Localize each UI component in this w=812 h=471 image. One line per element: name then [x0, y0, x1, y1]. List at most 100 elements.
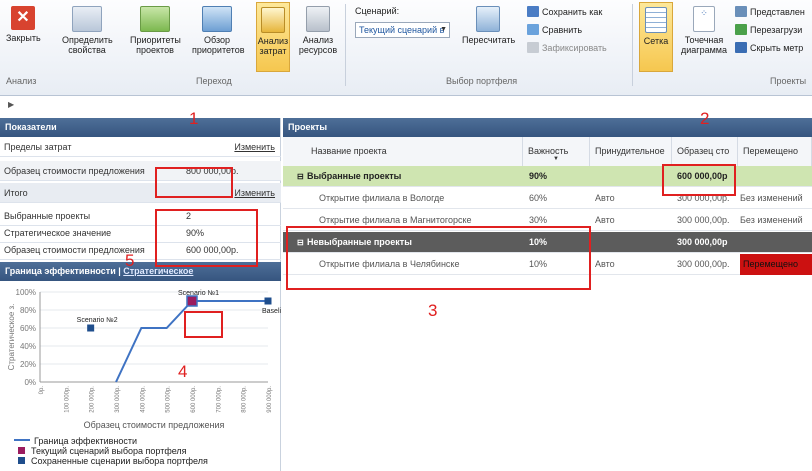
save-icon	[527, 6, 539, 17]
x-tick-label: 0р.	[39, 386, 45, 395]
properties-icon	[72, 6, 102, 32]
project-priorities-button[interactable]: Приоритеты проектов	[130, 6, 181, 55]
column-header-cost[interactable]: Образец сто	[672, 137, 738, 166]
recalculate-icon	[476, 6, 500, 32]
callout-box-4	[184, 311, 223, 338]
compare-button[interactable]: Сравнить	[527, 24, 582, 35]
current-swatch	[18, 447, 25, 454]
point-label: Scenario №1	[178, 290, 219, 297]
y-tick-label: 100%	[16, 288, 36, 297]
scenario-label: Сценарий:	[355, 6, 400, 16]
callout-number-2: 2	[700, 109, 710, 128]
cell-cost: 300 000,00р	[677, 237, 728, 247]
x-tick-label: 300 000р.	[115, 386, 121, 413]
views-icon	[735, 6, 747, 17]
views-button[interactable]: Представлен	[735, 6, 805, 17]
scatter-chart-button[interactable]: ⁘ Точечная диаграмма	[680, 6, 728, 55]
x-axis-label: Образец стоимости предложения	[84, 420, 225, 430]
x-tick-label: 900 000р.	[267, 386, 273, 413]
change-link[interactable]: Изменить	[234, 183, 275, 203]
priorities-review-button[interactable]: Обзор приоритетов	[192, 6, 244, 55]
cell-name: Выбранные проекты	[307, 171, 402, 181]
callout-box-1	[155, 167, 233, 198]
sort-icon: ▼	[553, 156, 559, 162]
x-tick-label: 800 000р.	[242, 386, 248, 413]
metrics-header: Показатели	[0, 118, 280, 137]
cell-imp: 60%	[529, 193, 548, 203]
group-label-nav: Переход	[196, 76, 232, 86]
column-header-forced[interactable]: Принудительное	[590, 137, 672, 166]
close-button[interactable]: ✕ Закрыть	[6, 6, 41, 43]
lock-icon	[527, 42, 539, 53]
review-icon	[202, 6, 232, 32]
legend-item: Сохраненные сценарии выбора портфеля	[14, 456, 208, 466]
group-label-projects: Проекты	[770, 76, 807, 86]
ribbon-separator	[632, 4, 633, 86]
cost-analysis-icon	[261, 7, 285, 33]
cell-forced: Авто	[595, 193, 615, 203]
efficiency-frontier-chart: 0% 20% 40% 60% 80% 100% 0р. 100 000р. 200 000р. 3…	[7, 288, 281, 430]
change-link[interactable]: Изменить	[234, 137, 275, 157]
ribbon: ✕ Закрыть Определить свойства Приоритеты…	[0, 0, 812, 96]
x-tick-label: 700 000р.	[216, 386, 222, 413]
callout-box-5	[155, 209, 258, 267]
scatter-icon: ⁘	[693, 6, 715, 32]
point-label: Baseline	[262, 308, 281, 315]
y-tick-label: 0%	[24, 378, 36, 387]
resource-analysis-icon	[306, 6, 330, 32]
lock-button[interactable]: Зафиксировать	[527, 42, 607, 53]
y-tick-label: 40%	[20, 342, 36, 351]
column-header-moved[interactable]: Перемещено	[738, 137, 812, 166]
x-tick-label: 400 000р.	[140, 386, 146, 413]
x-tick-label: 200 000р.	[90, 386, 96, 413]
x-tick-label: 600 000р.	[191, 386, 197, 413]
y-axis-label: Стратегическое з.	[7, 304, 16, 371]
cell-moved: Без изменений	[740, 215, 803, 225]
reload-button[interactable]: Перезагрузи	[735, 24, 802, 35]
y-tick-label: 20%	[20, 360, 36, 369]
resource-analysis-button[interactable]: Анализ ресурсов	[298, 6, 338, 55]
define-properties-button[interactable]: Определить свойства	[62, 6, 113, 55]
compare-icon	[527, 24, 539, 35]
expand-arrow-icon[interactable]: ▶	[8, 100, 14, 109]
callout-number-1: 1	[189, 109, 199, 128]
cost-analysis-button[interactable]: Анализ затрат	[256, 2, 290, 72]
cell-imp: 90%	[529, 171, 548, 181]
column-header-importance[interactable]: Важность ▼	[523, 137, 590, 166]
grid-icon	[645, 7, 667, 33]
y-tick-label: 80%	[20, 306, 36, 315]
x-tick-label: 500 000р.	[166, 386, 172, 413]
callout-number-5: 5	[125, 251, 135, 270]
cell-cost: 300 000,00р.	[677, 259, 730, 269]
cell-forced: Авто	[595, 215, 615, 225]
y-tick-label: 60%	[20, 324, 36, 333]
legend-item: Текущий сценарий выбора портфеля	[14, 446, 187, 456]
callout-number-3: 3	[428, 301, 438, 320]
reload-icon	[735, 24, 747, 35]
saved-swatch	[18, 457, 25, 464]
close-icon: ✕	[11, 6, 35, 30]
save-as-button[interactable]: Сохранить как	[527, 6, 602, 17]
cell-forced: Авто	[595, 259, 615, 269]
grid-view-button[interactable]: Сетка	[639, 2, 673, 72]
current-scenario-point	[186, 295, 198, 307]
group-label-analysis: Анализ	[6, 76, 37, 86]
line-swatch	[14, 439, 30, 441]
cost-limits-row: Пределы затрат Изменить	[0, 137, 281, 157]
recalculate-button[interactable]: Пересчитать	[462, 6, 515, 45]
cell-cost: 300 000,00р.	[677, 215, 730, 225]
cell-moved: Перемещено	[740, 254, 812, 275]
ribbon-separator	[345, 4, 346, 86]
column-header-name[interactable]: Название проекта	[283, 137, 523, 166]
scenario-dropdown[interactable]: Текущий сценарий в ▼	[355, 22, 450, 38]
callout-number-4: 4	[178, 362, 188, 381]
hide-metrics-button[interactable]: Скрыть метр	[735, 42, 803, 53]
group-label-portfolio: Выбор портфеля	[446, 76, 518, 86]
cost-sample-row: Образец стоимости предложения 800 000,00…	[0, 161, 281, 181]
x-tick-label: 100 000р.	[64, 386, 70, 413]
collapse-icon[interactable]: ⊟	[297, 166, 304, 187]
saved-scenario-point	[87, 324, 95, 332]
point-label: Scenario №2	[77, 317, 118, 324]
quick-bar: ▶	[0, 97, 812, 115]
hide-metrics-icon	[735, 42, 747, 53]
